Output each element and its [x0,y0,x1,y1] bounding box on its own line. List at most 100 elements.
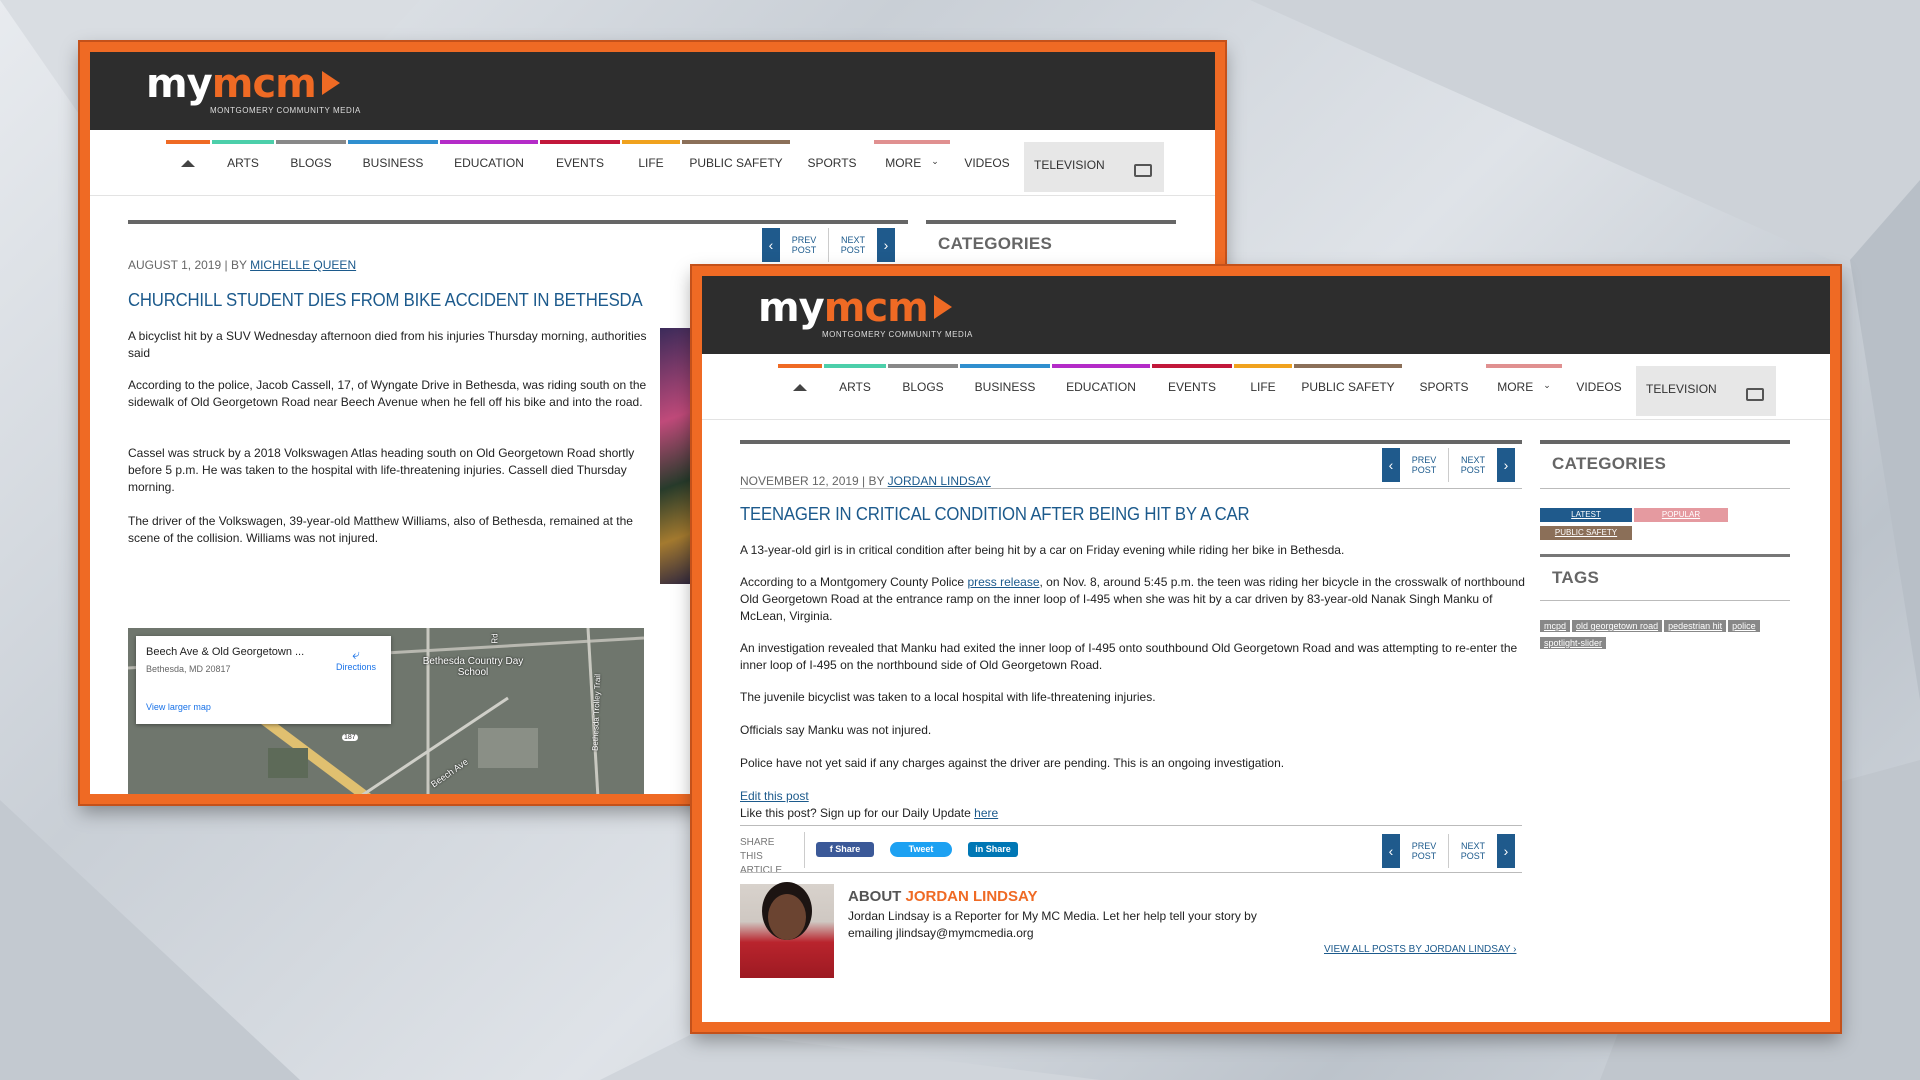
nav-business[interactable]: BUSINESS [348,140,438,192]
paragraph-text: According to a Montgomery County Police [740,575,968,589]
nav-television[interactable]: TELEVISION [1024,142,1164,192]
article-title: TEENAGER IN CRITICAL CONDITION AFTER BEI… [740,504,1250,524]
categories-heading: CATEGORIES [1552,454,1667,473]
post-nav-bottom: ‹ PREV POST NEXT POST › [1382,834,1515,868]
article-paragraph: A bicyclist hit by a SUV Wednesday after… [128,329,647,360]
view-all-posts-link[interactable]: VIEW ALL POSTS BY JORDAN LINDSAY › [1324,944,1516,955]
author-separator [740,872,1522,873]
press-release-link[interactable]: press release [967,575,1039,589]
tv-icon [1746,388,1764,401]
sidebar-divider [1540,440,1790,444]
nav-life[interactable]: LIFE [622,140,680,192]
nav-life[interactable]: LIFE [1234,364,1292,416]
linkedin-share-button[interactable]: in Share [968,842,1018,857]
nav-events[interactable]: EVENTS [1152,364,1232,416]
home-icon [793,384,807,391]
author-face [768,894,806,940]
prev-post-link[interactable]: PREV POST [1406,455,1442,475]
next-arrow-icon[interactable]: › [1497,834,1515,868]
next-post-link[interactable]: NEXT POST [1455,841,1491,861]
prev-post-link[interactable]: PREV POST [1406,841,1442,861]
article-paragraph: An investigation revealed that Manku had… [740,641,1518,672]
nav-public-safety[interactable]: PUBLIC SAFETY [682,140,790,192]
nav-public-safety[interactable]: PUBLIC SAFETY [1294,364,1402,416]
nav-sports[interactable]: SPORTS [1404,364,1484,416]
logo-tagline: MONTGOMERY COMMUNITY MEDIA [822,330,973,339]
about-prefix: ABOUT [848,888,906,905]
site-header: mymcm MONTGOMERY COMMUNITY MEDIA [702,276,1830,354]
next-arrow-icon[interactable]: › [877,228,895,262]
about-author-name: JORDAN LINDSAY [905,888,1038,905]
nav-videos[interactable]: VIDEOS [1564,364,1634,416]
article-paragraph: The driver of the Volkswagen, 39-year-ol… [128,514,633,545]
mymcm-logo[interactable]: mymcm [146,60,340,108]
tag-link[interactable]: mcpd [1540,620,1571,632]
prev-arrow-icon[interactable]: ‹ [762,228,780,262]
map-address: Bethesda, MD 20817 [146,664,231,674]
home-icon [181,160,195,167]
category-chip-popular[interactable]: POPULAR [1634,508,1728,522]
nav-television-label: TELEVISION [1034,158,1105,172]
tag-link[interactable]: pedestrian hit [1664,620,1727,632]
play-icon [321,71,340,95]
site-header: mymcm MONTGOMERY COMMUNITY MEDIA [90,52,1215,130]
mymcm-logo[interactable]: mymcm [758,284,952,332]
nav-education[interactable]: EDUCATION [440,140,538,192]
front-article-window: mymcm MONTGOMERY COMMUNITY MEDIA ARTS BL… [692,266,1840,1032]
nav-education[interactable]: EDUCATION [1052,364,1150,416]
next-post-link[interactable]: NEXT POST [1455,455,1491,475]
next-arrow-icon[interactable]: › [1497,448,1515,482]
daily-update-link[interactable]: here [974,806,998,820]
edit-post-link[interactable]: Edit this post [740,789,809,803]
tag-link[interactable]: spotlight-slider [1540,637,1607,649]
chevron-down-icon: ⌄ [931,156,939,166]
meta-separator [740,488,1522,489]
nav-blogs[interactable]: BLOGS [888,364,958,416]
nav-arts[interactable]: ARTS [824,364,886,416]
view-larger-map-link[interactable]: View larger map [146,702,211,712]
tags-heading: TAGS [1552,568,1600,587]
post-nav-separator [828,228,829,262]
nav-home[interactable] [778,364,822,416]
embedded-map[interactable]: Beech Ave & Old Georgetown ... Bethesda,… [128,628,644,794]
about-heading: ABOUT JORDAN LINDSAY [848,888,1037,905]
twitter-tweet-button[interactable]: Tweet [890,842,952,857]
nav-arts[interactable]: ARTS [212,140,274,192]
categories-underline [1540,488,1790,489]
chevron-down-icon: ⌄ [1543,380,1551,390]
next-post-link[interactable]: NEXT POST [835,235,871,255]
play-icon [933,295,952,319]
article-paragraph: Cassel was struck by a 2018 Volkswagen A… [128,446,635,494]
category-chip-latest[interactable]: LATEST [1540,508,1632,522]
post-date: AUGUST 1, 2019 | BY [128,258,247,272]
article-paragraph: A 13-year-old girl is in critical condit… [740,543,1345,557]
article-paragraph: Police have not yet said if any charges … [740,756,1285,770]
nav-more[interactable]: MORE ⌄ [1486,364,1562,416]
nav-events[interactable]: EVENTS [540,140,620,192]
content-divider [740,440,1522,444]
facebook-share-button[interactable]: f Share [816,842,874,857]
nav-videos[interactable]: VIDEOS [952,140,1022,192]
nav-sports[interactable]: SPORTS [792,140,872,192]
nav-blogs[interactable]: BLOGS [276,140,346,192]
prev-post-link[interactable]: PREV POST [786,235,822,255]
nav-home[interactable] [166,140,210,192]
tag-link[interactable]: police [1728,620,1760,632]
nav-television[interactable]: TELEVISION [1636,366,1776,416]
nav-business[interactable]: BUSINESS [960,364,1050,416]
directions-button[interactable]: ⤶ Directions [331,646,381,672]
tag-link[interactable]: old georgetown road [1572,620,1663,632]
nav-more[interactable]: MORE ⌄ [874,140,950,192]
nav-more-label: MORE [885,156,922,170]
map-place-name: Beech Ave & Old Georgetown ... [146,646,305,658]
main-nav: ARTS BLOGS BUSINESS EDUCATION EVENTS LIF… [90,130,1215,196]
like-line: Like this post? Sign up for our Daily Up… [740,805,998,822]
post-nav-top: ‹ PREV POST NEXT POST › [1382,448,1515,482]
author-link[interactable]: JORDAN LINDSAY [888,474,991,488]
category-chip-public-safety[interactable]: PUBLIC SAFETY [1540,526,1632,540]
prev-arrow-icon[interactable]: ‹ [1382,448,1400,482]
tags-divider [1540,554,1790,557]
author-link[interactable]: MICHELLE QUEEN [250,258,356,272]
post-nav-top: ‹ PREV POST NEXT POST › [762,228,895,262]
prev-arrow-icon[interactable]: ‹ [1382,834,1400,868]
